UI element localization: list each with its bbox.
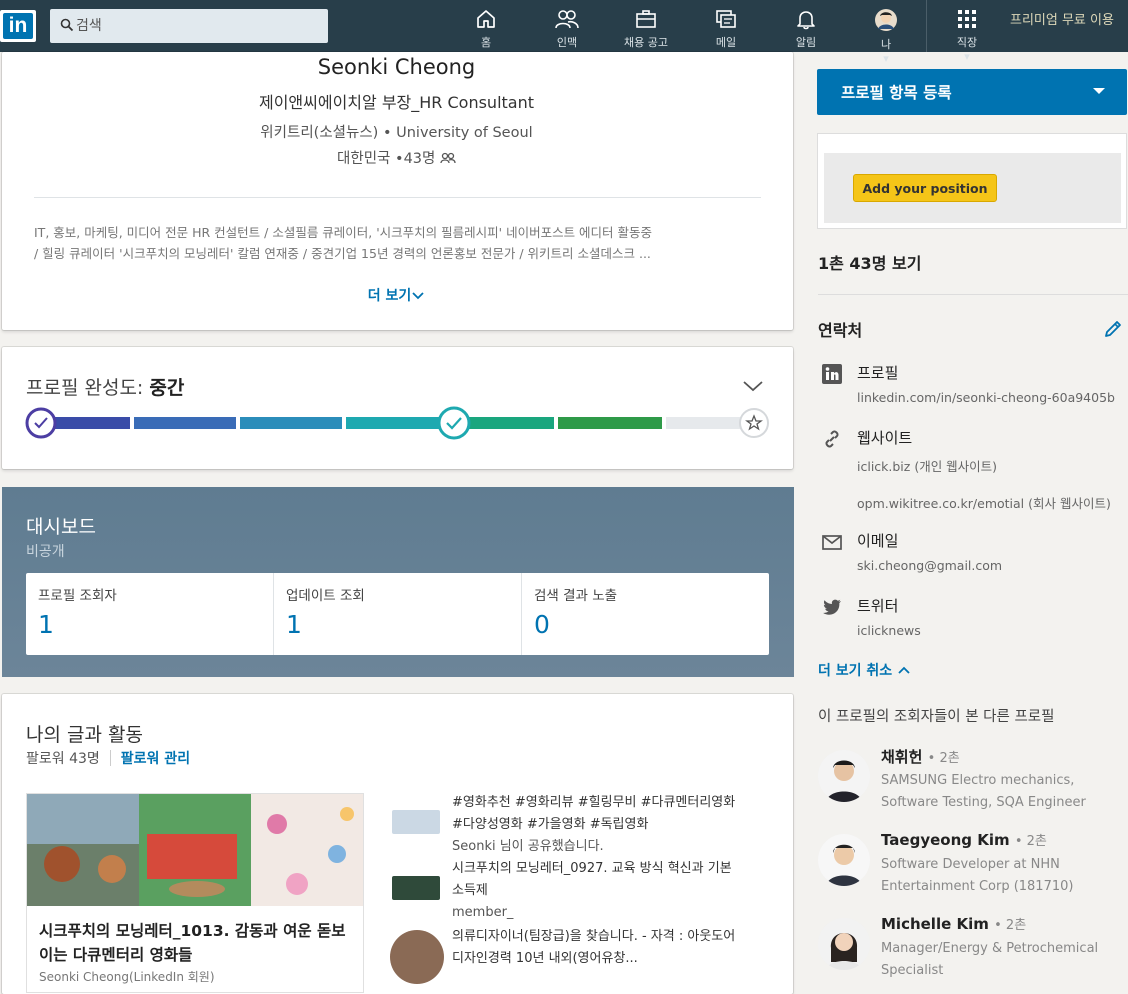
nav-home[interactable]: 홈	[450, 8, 522, 50]
divider	[818, 294, 1128, 295]
stat-search-appearances[interactable]: 검색 결과 노출 0	[522, 573, 769, 655]
nav-messaging[interactable]: 메일	[690, 8, 762, 50]
feed-thumbnail	[392, 876, 440, 900]
top-nav-bar: in 홈 인맥 채용 공고 메일 알림 나 ▾ 직장 ▾ 프리미엄 무료 이용	[0, 0, 1128, 65]
search-icon	[60, 18, 74, 32]
linkedin-url[interactable]: linkedin.com/in/seonki-cheong-60a9405b	[857, 390, 1115, 405]
profile-school[interactable]: University of Seoul	[396, 125, 533, 141]
dashboard-stats: 프로필 조회자 1 업데이트 조회 1 검색 결과 노출 0	[26, 573, 769, 655]
profile-company[interactable]: 위키트리(소셜뉴스)	[260, 125, 378, 141]
jobs-icon	[636, 10, 656, 28]
chevron-down-icon	[412, 292, 424, 300]
stat-profile-views[interactable]: 프로필 조회자 1	[26, 573, 274, 655]
followers-line: 팔로워 43명 팔로워 관리	[26, 750, 191, 767]
connections-link[interactable]: 1촌 43명 보기	[818, 250, 921, 274]
search-input[interactable]	[76, 9, 322, 43]
article-title: 시크푸치의 모닝레터_1013. 감동과 여운 돋보이는 다큐멘터리 영화들	[39, 922, 346, 964]
nav-notifications[interactable]: 알림	[770, 8, 842, 50]
divider	[34, 197, 761, 198]
chevron-up-icon	[898, 666, 910, 674]
profile-strength-title: 프로필 완성도: 중간	[26, 377, 185, 399]
twitter-link[interactable]: iclicknews	[857, 623, 921, 638]
current-checkpoint-icon	[437, 406, 471, 440]
article-author: Seonki Cheong(LinkedIn 회원)	[39, 970, 215, 984]
profile-headline: 제이앤씨에이치알 부장_HR Consultant	[258, 93, 535, 112]
dashboard-subtitle: 비공개	[26, 544, 65, 560]
feed-avatar	[390, 930, 444, 984]
mail-icon	[822, 535, 842, 550]
avatar	[818, 750, 870, 802]
twitter-icon	[823, 599, 841, 615]
contact-info-title: 연락처	[818, 321, 863, 340]
profile-connections[interactable]: 43명	[404, 151, 436, 167]
article-card[interactable]: 시크푸치의 모닝레터_1013. 감동과 여운 돋보이는 다큐멘터리 영화들 S…	[26, 793, 364, 993]
avatar	[875, 9, 897, 31]
home-icon	[477, 10, 495, 28]
nav-divider	[926, 0, 927, 52]
show-more-button[interactable]: 더 보기	[0, 285, 793, 305]
link-icon	[825, 430, 839, 448]
add-profile-section-button[interactable]: 프로필 항목 등록	[817, 69, 1127, 115]
dashboard-title: 대시보드	[26, 516, 96, 538]
activity-title: 나의 글과 활동	[26, 724, 143, 746]
avatar	[818, 918, 870, 970]
star-icon	[739, 408, 769, 438]
linkedin-icon	[822, 364, 842, 384]
avatar	[818, 834, 870, 886]
add-position-button[interactable]: Add your position	[853, 174, 997, 202]
linkedin-logo[interactable]: in	[0, 10, 36, 42]
connections-icon	[440, 152, 456, 164]
edit-pencil-icon[interactable]	[1102, 318, 1124, 340]
website-link[interactable]: iclick.biz (개인 웹사이트)	[857, 456, 997, 475]
grid-icon	[958, 10, 976, 28]
profile-summary: IT, 홍보, 마케팅, 미디어 전문 HR 컨설턴트 / 소셜필름 큐레이터,…	[34, 225, 653, 261]
profile-location-line: 대한민국 •43명	[0, 147, 793, 168]
nav-jobs[interactable]: 채용 공고	[610, 8, 682, 50]
nav-network[interactable]: 인맥	[531, 8, 603, 50]
nav-me-menu[interactable]: 나 ▾	[850, 8, 922, 65]
profile-name: Seonki Cheong	[317, 55, 476, 79]
start-checkpoint-icon	[25, 407, 57, 439]
chevron-down-icon[interactable]	[742, 379, 764, 393]
people-also-viewed-title: 이 프로필의 조회자들이 본 다른 프로필	[818, 709, 1055, 725]
position-prompt-box: Add your position	[817, 133, 1127, 229]
stat-update-views[interactable]: 업데이트 조회 1	[274, 573, 522, 655]
profile-location: 대한민국	[337, 151, 391, 167]
email-link[interactable]: ski.cheong@gmail.com	[857, 558, 1002, 573]
show-less-button[interactable]: 더 보기 취소	[818, 660, 911, 680]
nav-work-menu[interactable]: 직장 ▾	[931, 8, 1003, 63]
manage-followers-link[interactable]: 팔로워 관리	[121, 751, 190, 767]
bell-icon	[797, 11, 815, 30]
website-link[interactable]: opm.wikitree.co.kr/emotial (회사 웹사이트)	[857, 493, 1111, 512]
messaging-icon	[716, 10, 736, 28]
caret-down-icon	[1093, 88, 1105, 94]
feed-thumbnail	[392, 810, 440, 834]
network-icon	[555, 10, 579, 29]
search-box[interactable]	[50, 9, 328, 43]
profile-strength-card	[2, 347, 793, 469]
premium-link[interactable]: 프리미엄 무료 이용	[1010, 9, 1114, 28]
article-image	[27, 794, 363, 906]
profile-company-school: 위키트리(소셜뉴스) • University of Seoul	[260, 125, 533, 141]
